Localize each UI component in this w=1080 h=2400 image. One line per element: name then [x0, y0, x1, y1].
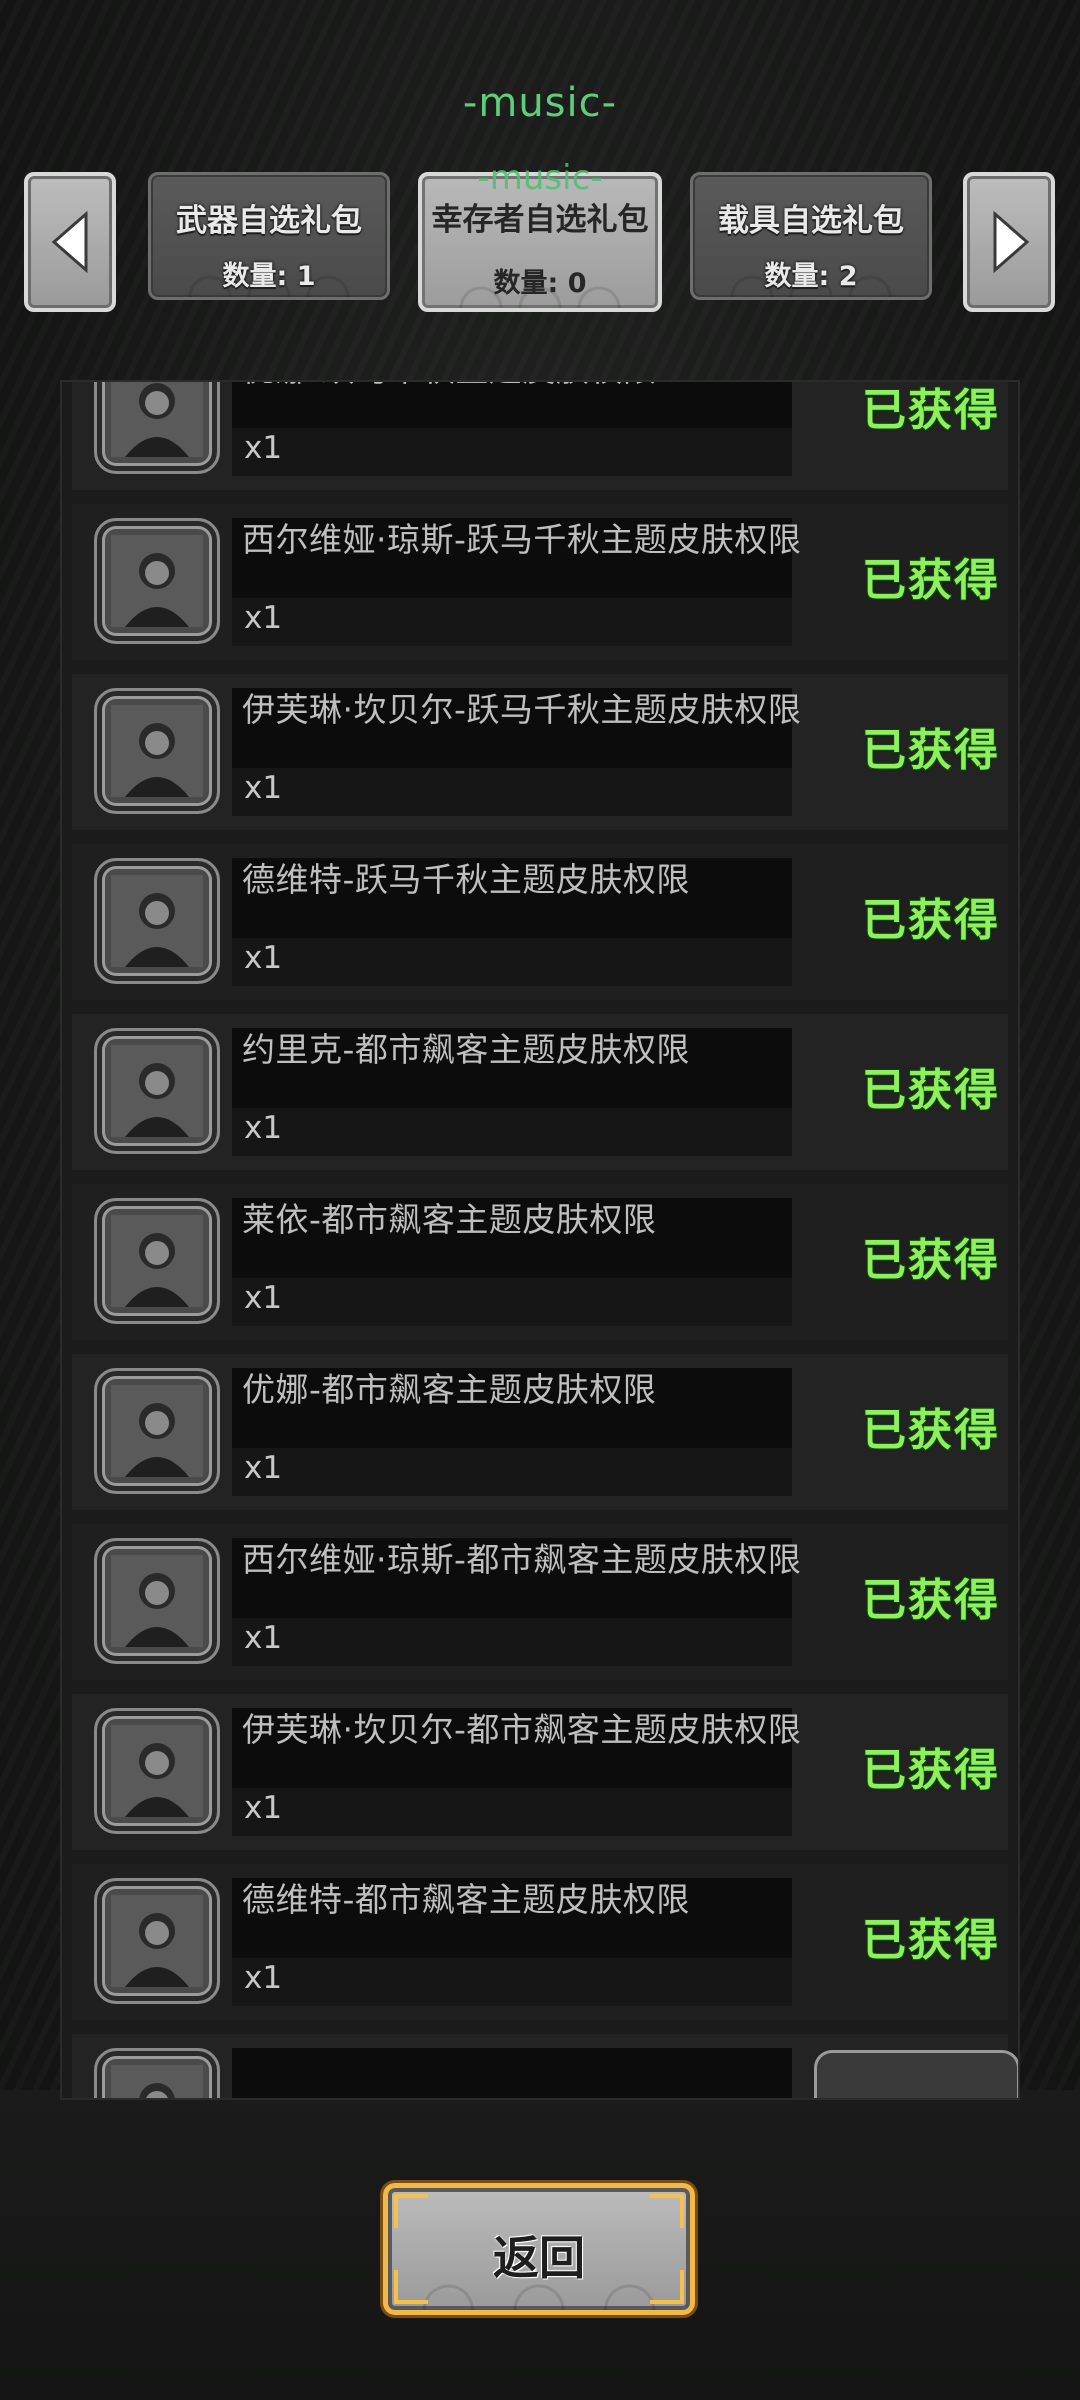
- status-badge: 已获得: [862, 725, 1000, 776]
- avatar: [94, 1538, 220, 1664]
- item-quantity: x1: [244, 940, 283, 976]
- avatar-portrait-icon: [111, 2065, 203, 2098]
- list-item: 西尔维娅·琼斯-都市飙客主题皮肤权限 x1 已获得: [72, 1524, 1008, 1680]
- item-name: 伊芙琳·坎贝尔-跃马千秋主题皮肤权限: [242, 690, 802, 729]
- name-box-lower: [232, 938, 792, 986]
- tab-count: 数量: 0: [493, 268, 587, 299]
- avatar: [94, 858, 220, 984]
- list-item: 德维特-都市飙客主题皮肤权限 x1 已获得: [72, 1864, 1008, 2020]
- tab-label: 武器自选礼包: [176, 203, 362, 239]
- avatar-portrait-icon: [111, 382, 203, 457]
- reward-rows: 优娜-跃马千秋主题皮肤权限x1已获得西尔维娅·琼斯-跃马千秋主题皮肤权限x1已获…: [62, 382, 1018, 2098]
- avatar: [94, 1878, 220, 2004]
- avatar: [94, 382, 220, 474]
- name-box-lower: [232, 428, 792, 476]
- list-item: 伊芙琳·坎贝尔-跃马千秋主题皮肤权限 x1 已获得: [72, 674, 1008, 830]
- avatar-portrait-icon: [111, 1215, 203, 1307]
- status-badge: 已获得: [862, 1235, 1000, 1286]
- list-item: 优娜-跃马千秋主题皮肤权限 x1 已获得: [72, 382, 1008, 490]
- avatar-portrait-icon: [111, 1385, 203, 1477]
- avatar-portrait-icon: [111, 875, 203, 967]
- name-box-lower: [232, 1618, 792, 1666]
- list-item: 优娜-都市飙客主题皮肤权限 x1 已获得: [72, 1354, 1008, 1510]
- avatar: [94, 1708, 220, 1834]
- item-name-box: [232, 2048, 792, 2098]
- item-quantity: x1: [244, 770, 283, 806]
- item-quantity: x1: [244, 1790, 283, 1826]
- chevron-right-icon: [993, 210, 1030, 274]
- prev-tab-button[interactable]: [24, 172, 116, 312]
- item-name: 伊芙琳·坎贝尔-都市飙客主题皮肤权限: [242, 1710, 802, 1749]
- item-quantity: x1: [244, 1960, 283, 1996]
- reward-list[interactable]: 优娜-跃马千秋主题皮肤权限x1已获得西尔维娅·琼斯-跃马千秋主题皮肤权限x1已获…: [60, 380, 1020, 2100]
- claim-button[interactable]: [814, 2050, 1018, 2098]
- item-name: 约里克-都市飙客主题皮肤权限: [242, 1030, 690, 1069]
- item-quantity: x1: [244, 1450, 283, 1486]
- status-badge: 已获得: [862, 1065, 1000, 1116]
- name-box-lower: [232, 1788, 792, 1836]
- avatar: [94, 1028, 220, 1154]
- status-badge: 已获得: [862, 1575, 1000, 1626]
- tab-label: 幸存者自选礼包: [431, 202, 649, 238]
- name-box-lower: [232, 768, 792, 816]
- back-button[interactable]: 返回: [383, 2183, 695, 2315]
- status-badge: 已获得: [862, 1915, 1000, 1966]
- name-box-lower: [232, 1278, 792, 1326]
- avatar-portrait-icon: [111, 535, 203, 627]
- item-name-box: [232, 382, 792, 476]
- item-quantity: x1: [244, 1110, 283, 1146]
- item-quantity: x1: [244, 600, 283, 636]
- avatar: [94, 2048, 220, 2098]
- status-badge: 已获得: [862, 1745, 1000, 1796]
- item-quantity: x1: [244, 1620, 283, 1656]
- avatar: [94, 1198, 220, 1324]
- name-box-lower: [232, 1448, 792, 1496]
- item-quantity: x1: [244, 1280, 283, 1316]
- avatar-portrait-icon: [111, 705, 203, 797]
- avatar-portrait-icon: [111, 1555, 203, 1647]
- music-label: -music-: [462, 80, 618, 126]
- avatar: [94, 518, 220, 644]
- item-name: 莱依-都市飙客主题皮肤权限: [242, 1200, 657, 1239]
- back-label: 返回: [493, 2231, 585, 2285]
- status-badge: 已获得: [862, 555, 1000, 606]
- status-badge: 已获得: [862, 895, 1000, 946]
- list-item: 莱依-都市飙客主题皮肤权限 x1 已获得: [72, 1184, 1008, 1340]
- list-item-partial: [72, 2034, 1018, 2098]
- item-name: 西尔维娅·琼斯-跃马千秋主题皮肤权限: [242, 520, 802, 559]
- item-name: 德维特-跃马千秋主题皮肤权限: [242, 860, 690, 899]
- avatar-portrait-icon: [111, 1045, 203, 1137]
- tab-count: 数量: 2: [764, 261, 858, 292]
- list-item: 西尔维娅·琼斯-跃马千秋主题皮肤权限 x1 已获得: [72, 504, 1008, 660]
- item-name: 优娜-都市飙客主题皮肤权限: [242, 1370, 657, 1409]
- avatar-portrait-icon: [111, 1895, 203, 1987]
- list-item: 伊芙琳·坎贝尔-都市飙客主题皮肤权限 x1 已获得: [72, 1694, 1008, 1850]
- list-item: 约里克-都市飙客主题皮肤权限 x1 已获得: [72, 1014, 1008, 1170]
- tab-label: 载具自选礼包: [718, 203, 904, 239]
- item-quantity: x1: [244, 430, 283, 466]
- item-name: 西尔维娅·琼斯-都市飙客主题皮肤权限: [242, 1540, 802, 1579]
- item-name: 德维特-都市飙客主题皮肤权限: [242, 1880, 690, 1919]
- list-item: 德维特-跃马千秋主题皮肤权限 x1 已获得: [72, 844, 1008, 1000]
- next-tab-button[interactable]: [963, 172, 1055, 312]
- chevron-left-icon: [51, 210, 88, 274]
- avatar-portrait-icon: [111, 1725, 203, 1817]
- item-name: 优娜-跃马千秋主题皮肤权限: [242, 382, 802, 394]
- music-overlay-label: -music-: [477, 158, 603, 198]
- name-box-lower: [232, 1108, 792, 1156]
- name-box-lower: [232, 1958, 792, 2006]
- tab-weapon-pack[interactable]: 武器自选礼包 数量: 1: [148, 172, 390, 300]
- name-box-lower: [232, 598, 792, 646]
- avatar: [94, 688, 220, 814]
- status-badge: 已获得: [862, 385, 1000, 436]
- tab-vehicle-pack[interactable]: 载具自选礼包 数量: 2: [690, 172, 932, 300]
- avatar: [94, 1368, 220, 1494]
- tab-count: 数量: 1: [222, 261, 316, 292]
- status-badge: 已获得: [862, 1405, 1000, 1456]
